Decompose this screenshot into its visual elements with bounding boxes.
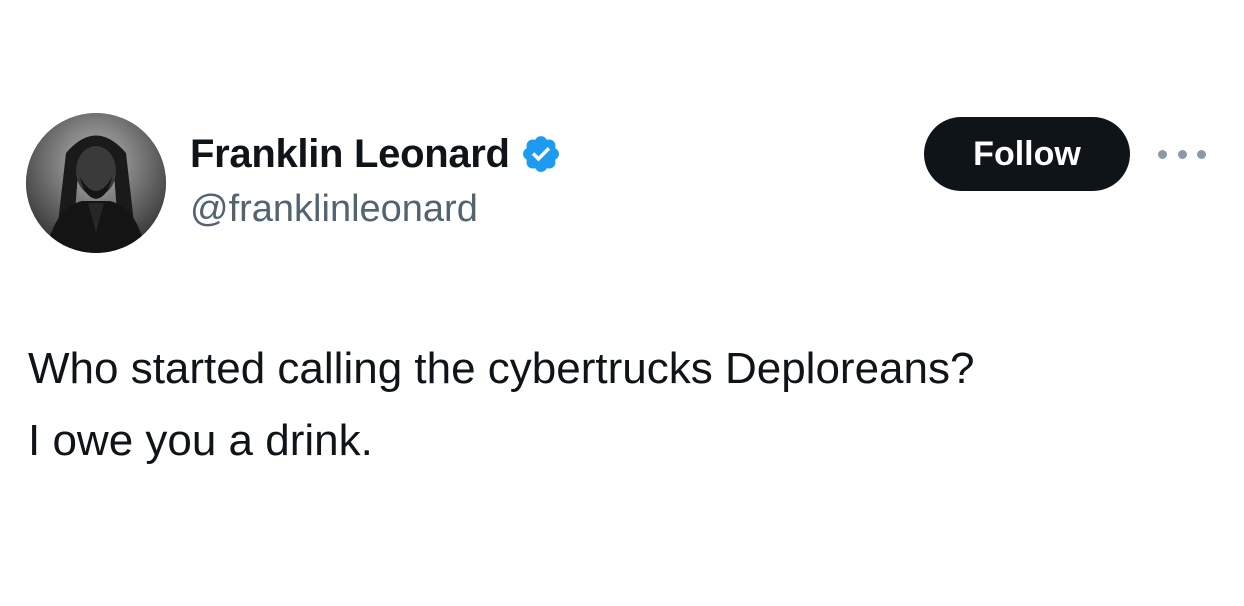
- tweet-card: Franklin Leonard @franklinleonard Follow…: [0, 0, 1244, 606]
- verified-badge-icon[interactable]: [520, 133, 562, 175]
- avatar-photo: [26, 113, 166, 253]
- user-handle[interactable]: @franklinleonard: [190, 188, 478, 231]
- more-dot-icon: [1177, 149, 1187, 159]
- more-dot-icon: [1197, 149, 1206, 159]
- avatar[interactable]: [26, 113, 166, 253]
- tweet-text-line: Who started calling the cybertrucks Depl…: [28, 344, 975, 393]
- more-dot-icon: [1158, 149, 1167, 159]
- display-name[interactable]: Franklin Leonard: [190, 132, 510, 177]
- more-options-icon[interactable]: [1158, 142, 1206, 166]
- follow-button[interactable]: Follow: [924, 117, 1130, 191]
- tweet-text-line: I owe you a drink.: [28, 416, 373, 465]
- name-row: Franklin Leonard: [190, 128, 562, 180]
- tweet-text: Who started calling the cybertrucks Depl…: [28, 333, 1218, 477]
